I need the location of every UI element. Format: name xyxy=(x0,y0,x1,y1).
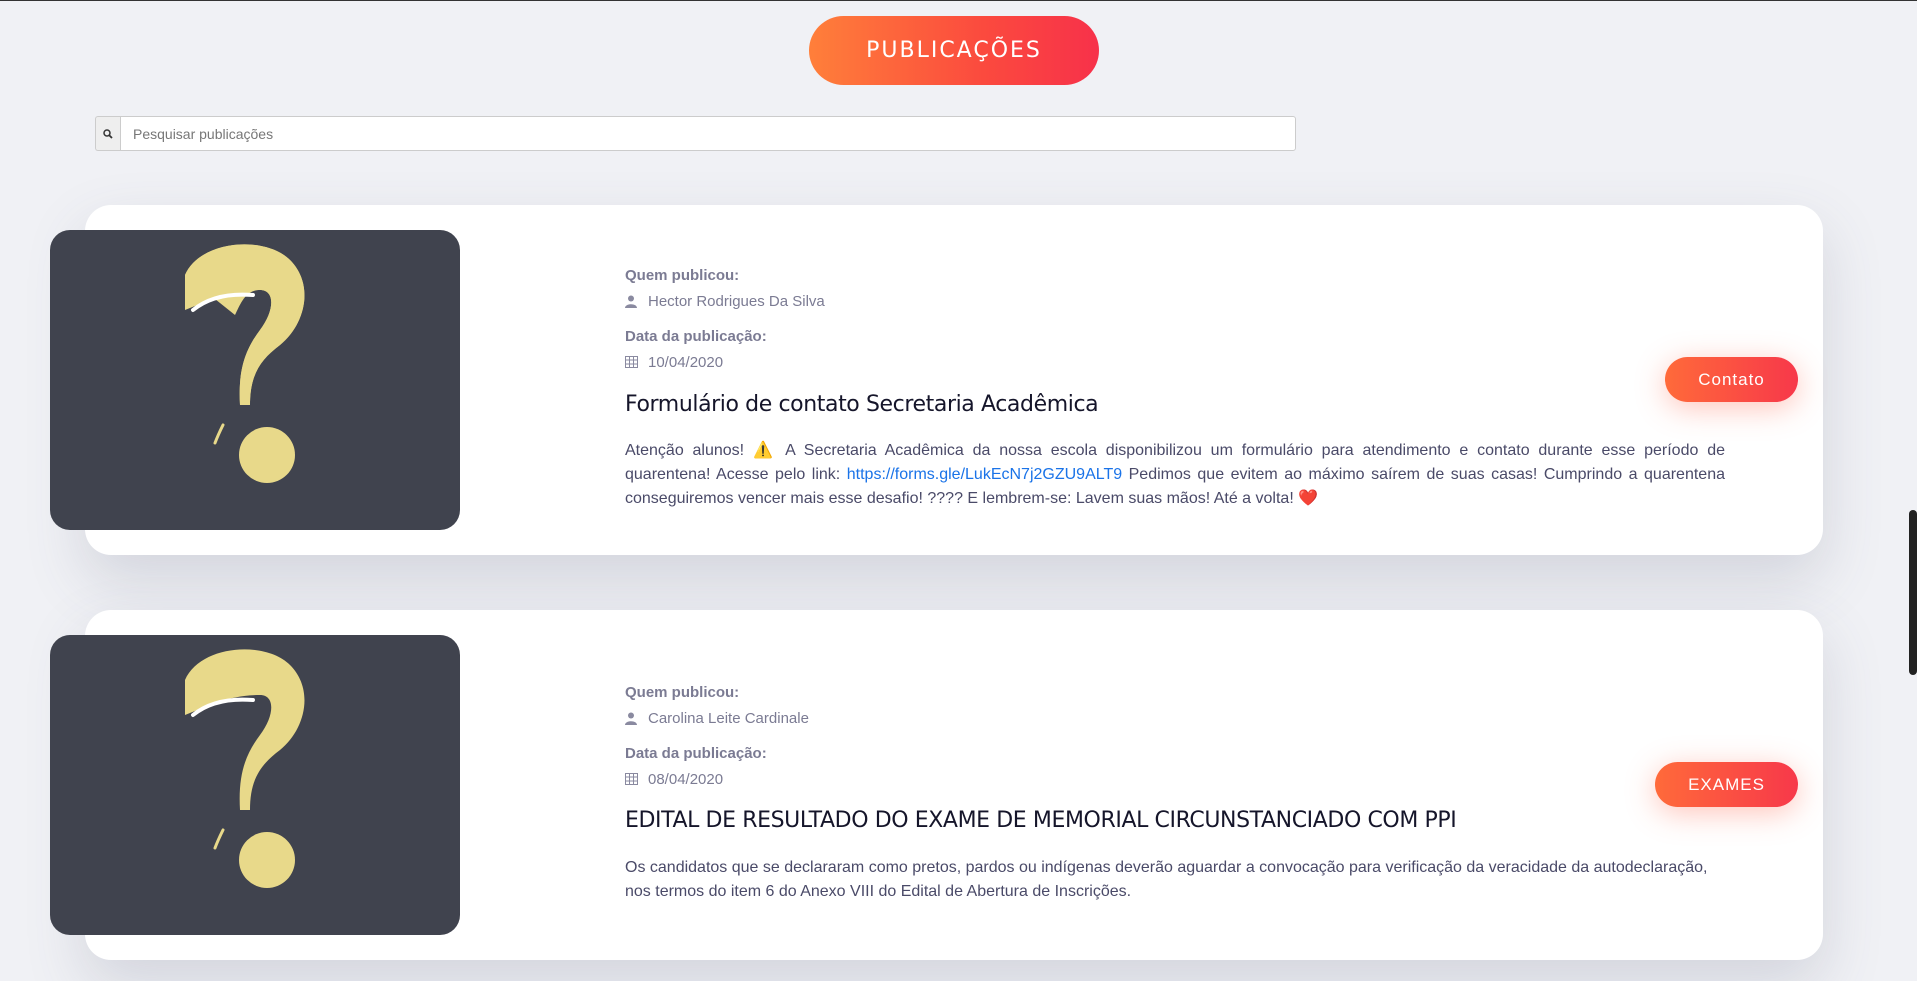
user-icon xyxy=(625,712,638,725)
date-value: 08/04/2020 xyxy=(625,771,723,788)
publication-date: 10/04/2020 xyxy=(648,354,724,371)
author-name: Carolina Leite Cardinale xyxy=(648,710,809,727)
form-link[interactable]: https://forms.gle/LukEcN7j2GZU9ALT9 xyxy=(847,466,1122,483)
publication-title: EDITAL DE RESULTADO DO EXAME DE MEMORIAL… xyxy=(625,808,1457,833)
author-label: Quem publicou: xyxy=(625,267,740,284)
publication-body: Os candidatos que se declararam como pre… xyxy=(625,856,1715,904)
placeholder-question-image xyxy=(50,230,460,530)
search-input[interactable] xyxy=(120,116,1296,151)
page-title: PUBLICAÇÕES xyxy=(809,16,1099,85)
date-value: 10/04/2020 xyxy=(625,354,723,371)
author-value: Carolina Leite Cardinale xyxy=(625,710,809,727)
date-label: Data da publicação: xyxy=(625,328,767,345)
search-icon xyxy=(95,116,120,151)
publication-date: 08/04/2020 xyxy=(648,771,724,788)
exames-button[interactable]: EXAMES xyxy=(1655,762,1798,807)
calendar-icon xyxy=(625,356,638,369)
author-name: Hector Rodrigues Da Silva xyxy=(648,293,825,310)
publication-body: Atenção alunos! ⚠️ A Secretaria Acadêmic… xyxy=(625,439,1725,511)
publication-card: Quem publicou: Carolina Leite Cardinale … xyxy=(50,610,1823,960)
author-value: Hector Rodrigues Da Silva xyxy=(625,293,825,310)
publication-card: Quem publicou: Hector Rodrigues Da Silva… xyxy=(50,205,1823,555)
contato-button[interactable]: Contato xyxy=(1665,357,1798,402)
calendar-icon xyxy=(625,773,638,786)
search-bar xyxy=(95,116,1296,151)
window-top-border xyxy=(0,0,1917,1)
scrollbar-thumb[interactable] xyxy=(1909,510,1917,675)
publication-title: Formulário de contato Secretaria Acadêmi… xyxy=(625,392,1099,417)
user-icon xyxy=(625,295,638,308)
date-label: Data da publicação: xyxy=(625,745,767,762)
author-label: Quem publicou: xyxy=(625,684,740,701)
body-text: Os candidatos que se declararam como pre… xyxy=(625,859,1708,900)
placeholder-question-image xyxy=(50,635,460,935)
